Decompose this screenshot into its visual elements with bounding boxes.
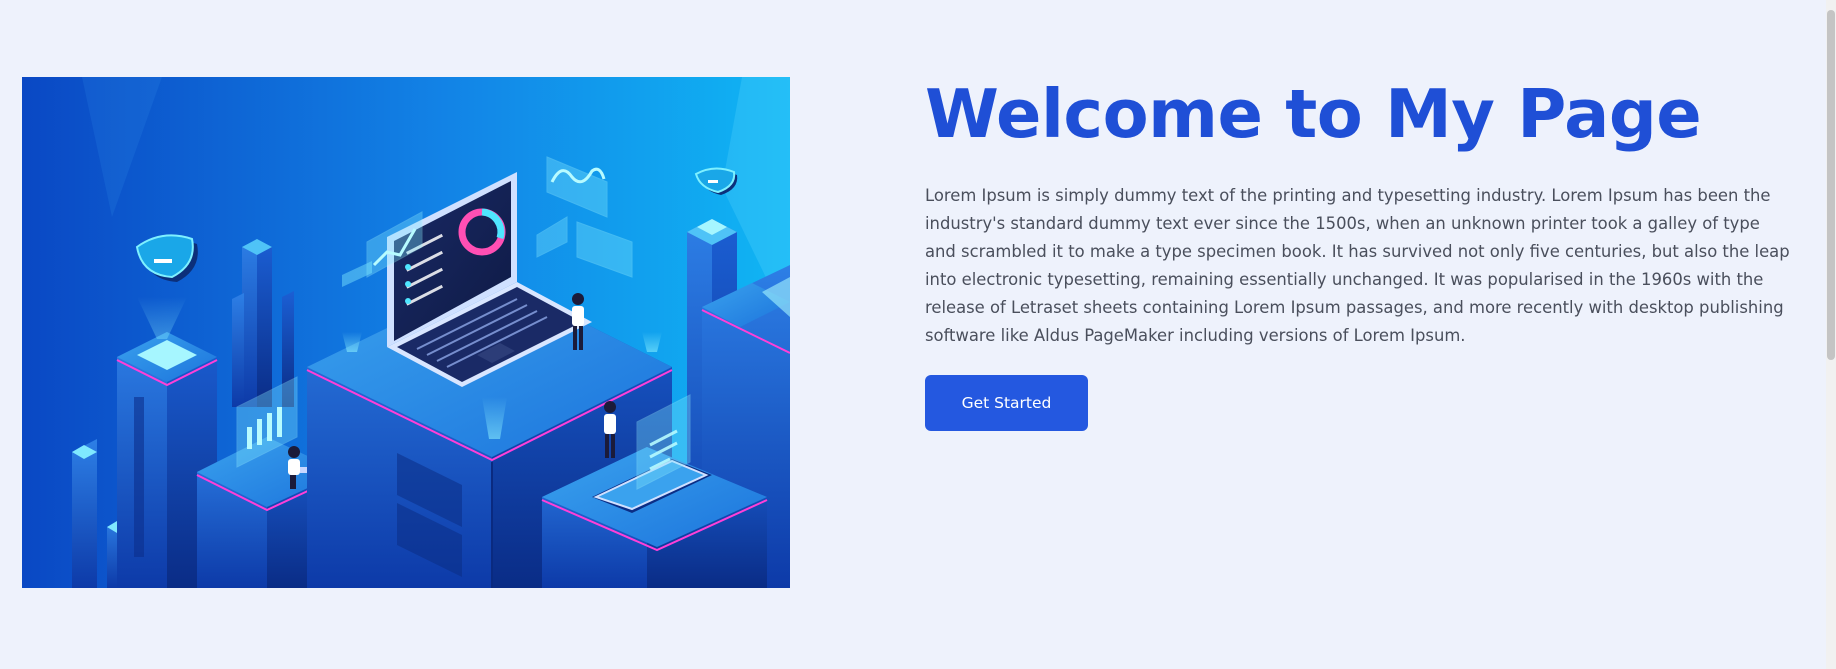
page: Welcome to My Page Lorem Ipsum is simply…: [0, 0, 1836, 669]
page-title: Welcome to My Page: [925, 75, 1702, 153]
vertical-scrollbar[interactable]: [1826, 0, 1836, 669]
hero-content: Welcome to My Page Lorem Ipsum is simply…: [925, 70, 1795, 431]
get-started-button[interactable]: Get Started: [925, 375, 1088, 431]
hero-description: Lorem Ipsum is simply dummy text of the …: [925, 186, 1790, 345]
scrollbar-thumb[interactable]: [1827, 10, 1835, 360]
hero-illustration: [22, 77, 790, 588]
